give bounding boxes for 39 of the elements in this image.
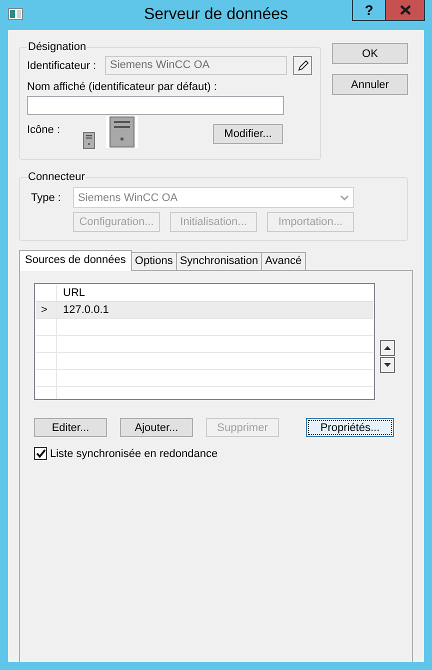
action-button[interactable]: Editer... [34,418,107,437]
move-down-button[interactable] [380,357,395,373]
action-button[interactable]: Propriétés... [306,418,394,437]
dropdown-value: Siemens WinCC OA [78,192,178,204]
close-icon [400,5,410,15]
field-label: Identificateur : [27,60,98,72]
edit-button[interactable] [293,56,312,75]
pencil-icon [296,60,308,72]
column-header[interactable]: URL [57,285,373,301]
triangle-up-icon [384,346,391,350]
field-label: Nom affiché (identificateur par défaut) : [27,81,217,93]
checkmark-icon [36,449,46,458]
field-label: Icône : [27,124,62,136]
move-up-button[interactable] [380,340,395,356]
server-icon [82,132,96,148]
checkbox[interactable] [34,447,47,460]
modify-button[interactable]: Modifier... [213,124,283,144]
help-button[interactable]: ? [352,0,386,21]
checkbox-label[interactable]: Liste synchronisée en redondance [50,448,218,460]
table-cell-text: 127.0.0.1 [62,303,110,318]
table-row[interactable]: > 127.0.0.1 [36,302,373,319]
identifier-field[interactable]: Siemens WinCC OA [105,56,287,75]
close-button[interactable] [385,0,425,21]
dialog-button[interactable]: OK [332,43,408,64]
tab[interactable]: Sources de données [19,250,132,271]
chevron-down-icon [340,194,349,200]
window-title: Serveur de données [142,6,290,24]
display-name-field[interactable] [27,96,284,115]
type-dropdown[interactable]: Siemens WinCC OA [73,187,354,208]
server-icon [106,116,138,148]
field-label: Type : [30,192,62,204]
action-button[interactable]: Ajouter... [120,418,193,437]
group-title: Connecteur [27,171,86,183]
tab[interactable]: Avancé [261,252,306,270]
group-title: Désignation [27,41,88,53]
row-indicator: > [36,302,57,318]
dialog-button[interactable]: Annuler [332,74,408,95]
triangle-down-icon [384,363,391,367]
window-icon [8,8,23,20]
